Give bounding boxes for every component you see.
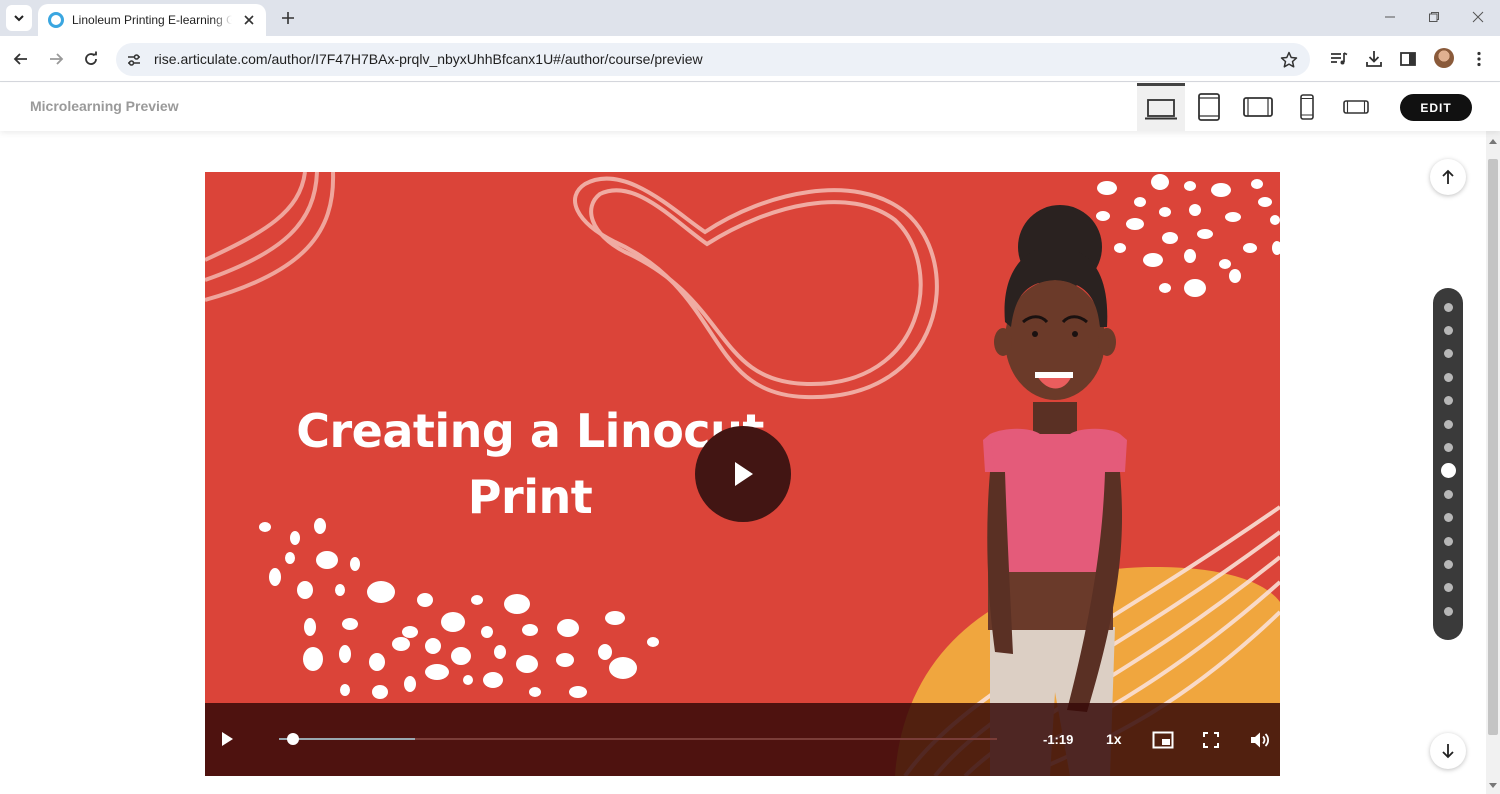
section-dot-current[interactable]	[1441, 463, 1456, 479]
picture-in-picture-icon	[1152, 731, 1174, 749]
playback-speed-button[interactable]: 1x	[1106, 731, 1122, 747]
tab-close-button[interactable]	[240, 11, 258, 29]
page-scrollbar[interactable]	[1486, 131, 1500, 794]
address-bar[interactable]: rise.articulate.com/author/I7F47H7BAx-pr…	[116, 43, 1310, 76]
tab-title: Linoleum Printing E-learning Guide	[72, 13, 232, 27]
browser-tab-active[interactable]: Linoleum Printing E-learning Guide	[38, 4, 266, 36]
lesson-section-nav	[1433, 288, 1463, 640]
browser-tab-strip: Linoleum Printing E-learning Guide	[0, 0, 1500, 36]
section-dot[interactable]	[1444, 489, 1453, 499]
playlist-icon	[1331, 52, 1348, 65]
section-dot[interactable]	[1444, 349, 1453, 359]
site-settings-icon[interactable]	[124, 50, 144, 70]
preview-header: Microlearning Preview EDIT	[0, 83, 1500, 131]
forward-button[interactable]	[42, 45, 70, 73]
fullscreen-icon	[1203, 732, 1219, 748]
close-icon	[1472, 11, 1484, 23]
device-phone-landscape-button[interactable]	[1332, 83, 1380, 131]
tune-icon	[128, 54, 140, 66]
phone-portrait-icon	[1300, 94, 1314, 120]
downloads-button[interactable]	[1363, 48, 1385, 70]
plus-icon	[282, 12, 294, 24]
section-dot[interactable]	[1444, 396, 1453, 406]
chevron-down-icon	[14, 15, 24, 22]
progress-buffered	[279, 738, 416, 740]
restore-button[interactable]	[1419, 4, 1449, 30]
section-dot[interactable]	[1444, 536, 1453, 546]
window-close-button[interactable]	[1463, 4, 1493, 30]
video-player[interactable]: Creating a Linocut Print -1:19 1x	[205, 172, 1280, 776]
progress-bar[interactable]	[279, 733, 997, 745]
arrow-left-icon	[13, 53, 27, 65]
big-play-button[interactable]	[695, 426, 791, 522]
reload-button[interactable]	[77, 45, 105, 73]
browser-toolbar: rise.articulate.com/author/I7F47H7BAx-pr…	[0, 36, 1500, 82]
section-dot[interactable]	[1444, 302, 1453, 312]
tablet-portrait-icon	[1198, 93, 1220, 121]
restore-icon	[1429, 12, 1439, 22]
section-dot[interactable]	[1444, 513, 1453, 523]
device-phone-portrait-button[interactable]	[1283, 83, 1331, 131]
edit-button[interactable]: EDIT	[1400, 94, 1472, 121]
picture-in-picture-button[interactable]	[1151, 728, 1175, 752]
arrow-down-icon	[1442, 744, 1454, 759]
fullscreen-button[interactable]	[1199, 728, 1223, 752]
device-tablet-landscape-button[interactable]	[1234, 83, 1282, 131]
star-icon	[1280, 51, 1298, 68]
scroll-down-button[interactable]	[1430, 733, 1466, 769]
reading-list-button[interactable]	[1328, 48, 1350, 70]
bookmark-button[interactable]	[1278, 49, 1300, 71]
back-button[interactable]	[7, 45, 35, 73]
section-dot[interactable]	[1444, 325, 1453, 335]
device-tablet-portrait-button[interactable]	[1185, 83, 1233, 131]
tablet-landscape-icon	[1243, 97, 1273, 117]
profile-avatar[interactable]	[1434, 48, 1454, 68]
side-panel-button[interactable]	[1397, 48, 1419, 70]
minimize-button[interactable]	[1375, 4, 1405, 30]
arrow-up-icon	[1442, 169, 1454, 184]
scrollbar-down-arrow[interactable]	[1489, 783, 1497, 788]
play-button[interactable]	[217, 729, 237, 749]
time-remaining: -1:19	[1043, 732, 1074, 747]
side-panel-icon	[1400, 52, 1416, 66]
favicon-icon	[48, 12, 64, 28]
video-controls: -1:19 1x	[205, 703, 1280, 776]
section-dot[interactable]	[1444, 583, 1453, 593]
minimize-icon	[1385, 16, 1395, 18]
play-icon	[735, 462, 753, 486]
section-dot[interactable]	[1444, 559, 1453, 569]
section-dot[interactable]	[1444, 419, 1453, 429]
more-vertical-icon	[1477, 51, 1481, 67]
browser-menu-button[interactable]	[1468, 48, 1490, 70]
arrow-right-icon	[50, 53, 64, 65]
progress-knob[interactable]	[287, 733, 300, 745]
close-icon	[244, 15, 254, 25]
scroll-up-button[interactable]	[1430, 159, 1466, 195]
reload-icon	[85, 51, 97, 65]
section-dot[interactable]	[1444, 372, 1453, 382]
volume-icon	[1251, 732, 1270, 748]
volume-button[interactable]	[1248, 728, 1272, 752]
section-dot[interactable]	[1444, 442, 1453, 452]
download-icon	[1366, 51, 1382, 67]
new-tab-button[interactable]	[276, 6, 300, 30]
preview-title: Microlearning Preview	[30, 98, 179, 114]
play-icon	[222, 732, 233, 746]
url-text: rise.articulate.com/author/I7F47H7BAx-pr…	[154, 51, 703, 67]
scrollbar-thumb[interactable]	[1488, 159, 1498, 735]
tab-search-button[interactable]	[6, 5, 32, 31]
section-dot[interactable]	[1444, 606, 1453, 616]
phone-landscape-icon	[1343, 100, 1369, 114]
device-desktop-button[interactable]	[1137, 83, 1185, 131]
scrollbar-up-arrow[interactable]	[1489, 139, 1497, 144]
laptop-icon	[1145, 98, 1177, 119]
